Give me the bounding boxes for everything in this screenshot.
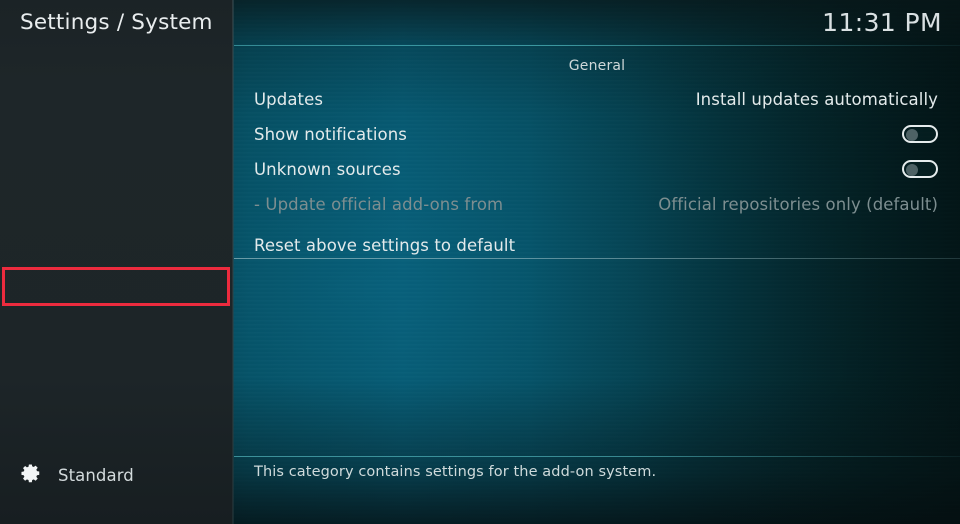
setting-row-update-official-addons-from: - Update official add-ons from Official … [234, 187, 960, 222]
setting-row-show-notifications[interactable]: Show notifications [234, 117, 960, 152]
unknown-sources-toggle[interactable] [902, 160, 938, 178]
sidebar [0, 0, 233, 524]
setting-label: Show notifications [254, 125, 407, 144]
setting-row-unknown-sources[interactable]: Unknown sources [234, 152, 960, 187]
settings-level-label: Standard [58, 465, 134, 485]
setting-label: Updates [254, 90, 324, 109]
page-title: Settings / System [20, 10, 213, 35]
setting-row-updates[interactable]: Updates Install updates automatically [234, 82, 960, 117]
header-bar: Settings / System 11:31 PM [0, 0, 960, 46]
sidebar-divider [232, 0, 234, 524]
settings-content-panel: General Updates Install updates automati… [234, 46, 960, 524]
settings-group-title: General [568, 58, 626, 74]
kodi-settings-screen: Settings / System 11:31 PM Display Audio… [0, 0, 960, 524]
setting-value[interactable]: Install updates automatically [696, 82, 938, 117]
show-notifications-toggle[interactable] [902, 125, 938, 143]
toggle-knob [906, 164, 918, 176]
setting-label: Unknown sources [254, 160, 401, 179]
toggle-knob [906, 129, 918, 141]
clock: 11:31 PM [822, 8, 942, 37]
setting-row-reset-to-default[interactable]: Reset above settings to default [234, 228, 960, 263]
setting-value: Official repositories only (default) [658, 195, 938, 214]
settings-level-selector[interactable]: Standard [20, 462, 134, 488]
category-description: This category contains settings for the … [254, 464, 657, 480]
footer-divider [234, 456, 960, 457]
setting-label: Reset above settings to default [254, 236, 516, 255]
setting-label: - Update official add-ons from [254, 195, 504, 214]
settings-rows: Updates Install updates automatically Sh… [234, 82, 960, 263]
gear-icon [20, 462, 42, 488]
header-divider [234, 45, 960, 46]
